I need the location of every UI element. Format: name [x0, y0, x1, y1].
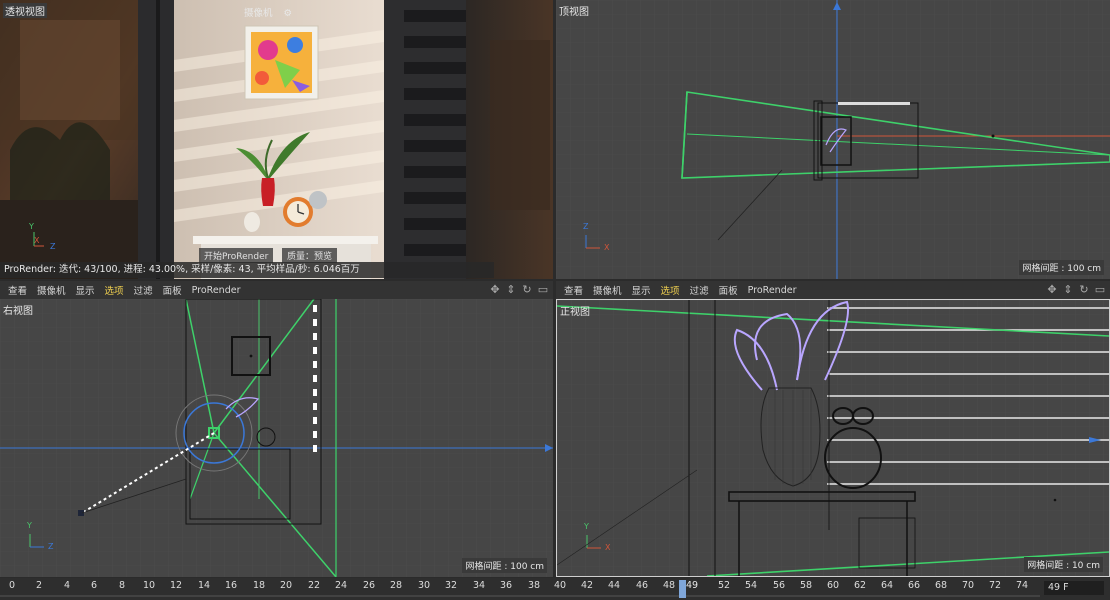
timeline[interactable]: 0 2 4 6 8 10 12 14 16 18 20 22 24 26 28 … [0, 578, 1110, 600]
menu-view[interactable]: 查看 [564, 283, 583, 297]
timeline-tick: 16 [225, 580, 238, 591]
maximize-icon[interactable]: ▭ [1094, 283, 1106, 296]
timeline-tick: 32 [445, 580, 458, 591]
menu-view[interactable]: 查看 [8, 283, 27, 297]
timeline-tick: 28 [390, 580, 403, 591]
menu-filter[interactable]: 过滤 [134, 283, 153, 297]
top-view-canvas [556, 0, 1110, 279]
menu-camera[interactable]: 摄像机 [593, 283, 622, 297]
viewport-title: 正视图 [560, 307, 590, 318]
timeline-tick: 18 [253, 580, 266, 591]
render-status-bar: ProRender: 迭代: 43/100, 进程: 43.00%, 采样/像素… [0, 262, 494, 278]
timeline-tick: 24 [335, 580, 348, 591]
axis-y-label: Y [27, 521, 32, 530]
timeline-tick: 60 [827, 580, 840, 591]
timeline-tick: 40 [554, 580, 567, 591]
menu-panel[interactable]: 面板 [719, 283, 738, 297]
timeline-tick: 26 [363, 580, 376, 591]
timeline-tick: 58 [800, 580, 813, 591]
camera-icon: ⚙ [283, 8, 293, 19]
viewport-title: 顶视图 [559, 7, 589, 18]
timeline-tick: 72 [989, 580, 1002, 591]
axis-x-label: X [605, 543, 611, 552]
timeline-tick: 20 [280, 580, 293, 591]
top-viewport[interactable]: 顶视图 Z X 网格间距 : 100 cm [556, 0, 1110, 279]
timeline-tick: 64 [881, 580, 894, 591]
menu-display[interactable]: 显示 [632, 283, 651, 297]
current-frame-field[interactable]: 49 F [1044, 581, 1104, 595]
quality-dropdown[interactable]: 质量：预览 [282, 248, 338, 263]
menu-options[interactable]: 选项 [661, 283, 680, 297]
viewport-title: 透视视图 [3, 3, 47, 18]
timeline-tick: 52 [718, 580, 731, 591]
timeline-tick: 30 [418, 580, 431, 591]
move-icon[interactable]: ✥ [1046, 283, 1058, 296]
timeline-tick: 6 [91, 580, 98, 591]
timeline-tick: 4 [64, 580, 71, 591]
timeline-tick: 54 [745, 580, 758, 591]
camera-label-text: 摄像机 [244, 8, 273, 19]
timeline-tick: 42 [581, 580, 594, 591]
maximize-icon[interactable]: ▭ [537, 283, 549, 296]
scale-icon[interactable]: ⇕ [505, 283, 517, 296]
menu-filter[interactable]: 过滤 [690, 283, 709, 297]
grid-spacing-label: 网格间距 : 100 cm [462, 558, 547, 573]
viewport-menubar-right: 查看 摄像机 显示 选项 过滤 面板 ProRender ✥ ⇕ ↻ ▭ [556, 281, 1110, 299]
timeline-tick: 66 [908, 580, 921, 591]
perspective-viewport[interactable]: 透视视图 摄像机 ⚙ 开始ProRender 质量：预览 Y X Z ProRe… [0, 0, 553, 279]
timeline-tick: 48 [663, 580, 676, 591]
rotate-icon[interactable]: ↻ [1078, 283, 1090, 296]
camera-label: 摄像机 ⚙ [244, 5, 292, 19]
timeline-tick: 8 [119, 580, 126, 591]
menu-prorender[interactable]: ProRender [192, 285, 241, 296]
scale-icon[interactable]: ⇕ [1062, 283, 1074, 296]
axis-x-label: X [34, 236, 40, 245]
menu-prorender[interactable]: ProRender [748, 285, 797, 296]
grid-spacing-label: 网格间距 : 10 cm [1024, 557, 1103, 572]
viewport-title: 右视图 [3, 306, 33, 317]
menu-camera[interactable]: 摄像机 [37, 283, 66, 297]
axis-y-label: Y [584, 522, 589, 531]
current-frame-label: 49 [686, 580, 699, 591]
timeline-tick: 62 [854, 580, 867, 591]
timeline-tick: 36 [500, 580, 513, 591]
timeline-tick: 46 [636, 580, 649, 591]
front-viewport[interactable]: 正视图 Y X 网格间距 : 10 cm [556, 299, 1110, 577]
timeline-tick: 74 [1016, 580, 1029, 591]
right-viewport[interactable]: 右视图 Y Z 网格间距 : 100 cm [0, 299, 553, 577]
render-preview [0, 0, 553, 279]
viewport-nav-icons: ✥ ⇕ ↻ ▭ [1046, 283, 1106, 296]
timeline-tick: 68 [935, 580, 948, 591]
playhead[interactable] [679, 580, 686, 598]
timeline-tick: 2 [36, 580, 43, 591]
axis-z-label: Z [50, 242, 56, 251]
menu-display[interactable]: 显示 [76, 283, 95, 297]
move-icon[interactable]: ✥ [489, 283, 501, 296]
timeline-tick: 0 [9, 580, 16, 591]
timeline-tick: 56 [773, 580, 786, 591]
viewport-menubar-left: 查看 摄像机 显示 选项 过滤 面板 ProRender ✥ ⇕ ↻ ▭ [0, 281, 553, 299]
front-view-canvas [557, 300, 1109, 576]
timeline-tick: 14 [198, 580, 211, 591]
rotate-icon[interactable]: ↻ [521, 283, 533, 296]
start-prorender-button[interactable]: 开始ProRender [199, 248, 274, 263]
timeline-tick: 34 [473, 580, 486, 591]
menu-panel[interactable]: 面板 [163, 283, 182, 297]
timeline-tick: 38 [528, 580, 541, 591]
timeline-tick: 44 [608, 580, 621, 591]
timeline-tick: 12 [170, 580, 183, 591]
axis-z-label: Z [583, 222, 589, 231]
right-view-canvas [0, 299, 553, 577]
axis-y-label: Y [29, 222, 34, 231]
axis-z-label: Z [48, 542, 54, 551]
grid-spacing-label: 网格间距 : 100 cm [1019, 260, 1104, 275]
timeline-tick: 70 [962, 580, 975, 591]
menu-options[interactable]: 选项 [105, 283, 124, 297]
timeline-tick: 22 [308, 580, 321, 591]
axis-x-label: X [604, 243, 610, 252]
viewport-nav-icons: ✥ ⇕ ↻ ▭ [489, 283, 549, 296]
timeline-tick: 10 [143, 580, 156, 591]
